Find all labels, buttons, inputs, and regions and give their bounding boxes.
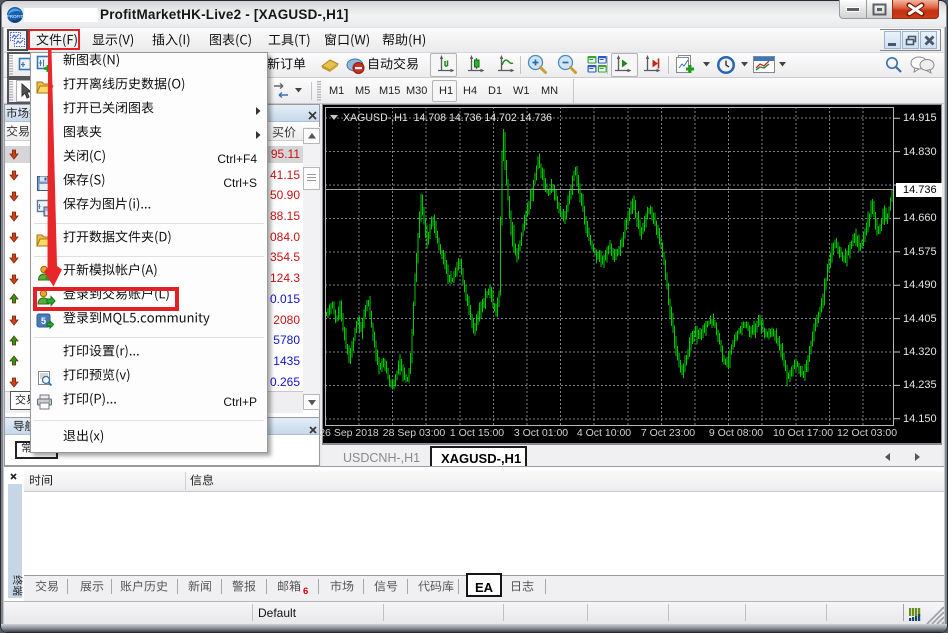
svg-text:5: 5 <box>41 316 46 326</box>
